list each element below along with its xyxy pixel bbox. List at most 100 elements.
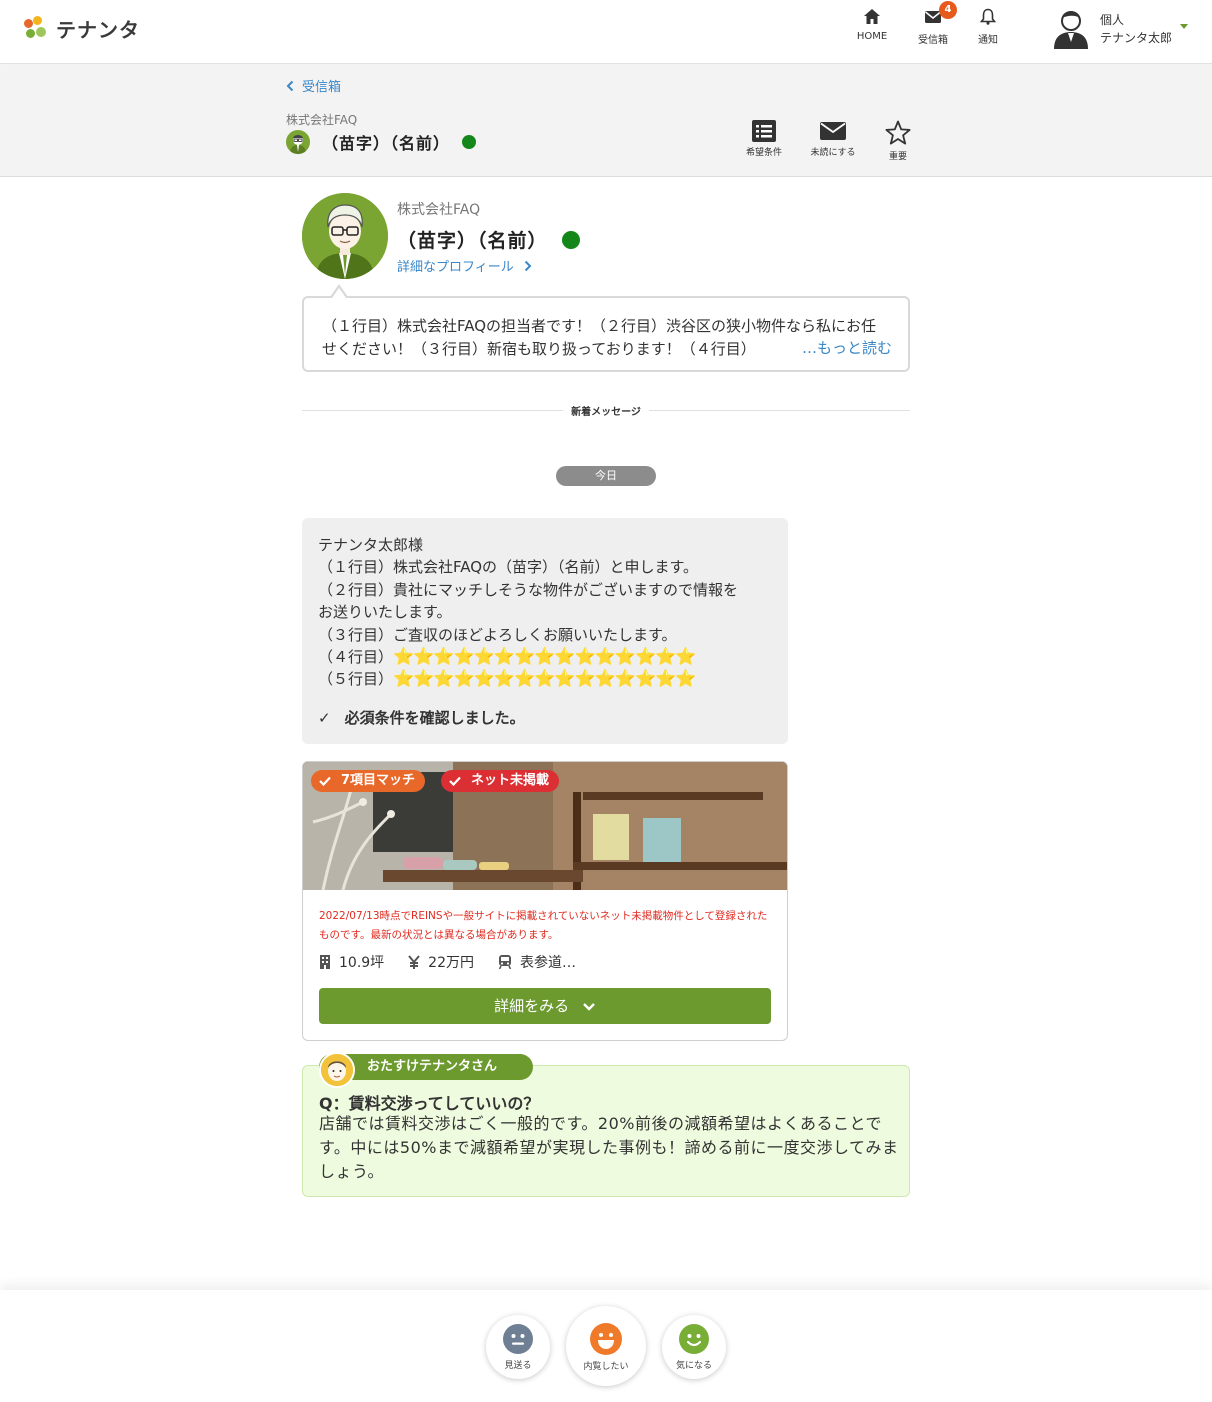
profile-name: （苗字）（名前） xyxy=(397,230,548,252)
user-avatar-icon xyxy=(1054,11,1088,49)
spec-station: 表参道… xyxy=(498,952,576,972)
spec-area-value: 10.9坪 xyxy=(339,955,385,971)
home-icon xyxy=(864,9,880,24)
message-line: （２行目）貴社にマッチしそうな物件がございますので情報を xyxy=(318,580,739,599)
line4-prefix: （４行目） xyxy=(318,648,394,667)
nav-notifications[interactable]: 通知 xyxy=(958,8,1018,46)
match-count-tag: 7項目マッチ xyxy=(311,770,426,792)
view-details-button[interactable]: 詳細をみる xyxy=(319,988,771,1024)
smile-face-icon xyxy=(679,1324,709,1354)
sender-avatar-large xyxy=(302,193,388,279)
check-icon xyxy=(449,776,461,786)
grin-face-icon xyxy=(590,1323,622,1355)
sender-info: （苗字）（名前） xyxy=(286,130,477,154)
new-messages-label: 新着メッセージ xyxy=(0,403,1212,418)
message-line: （１行目）株式会社FAQの（苗字）（名前）と申します。 xyxy=(318,558,699,577)
message-line: （３行目）ご査収のほどよろしくお願いいたします。 xyxy=(318,625,677,644)
tip-question: Q：賃料交渉ってしていいの？ xyxy=(319,1094,540,1113)
profile-intro-bubble: （１行目）株式会社FAQの担当者です！（２行目）渋谷区の狭小物件なら私にお任せく… xyxy=(302,296,910,372)
pass-label: 見送る xyxy=(504,1361,532,1371)
nav-inbox[interactable]: 4 受信箱 xyxy=(903,1,963,46)
profile-name-row: （苗字）（名前） xyxy=(397,226,580,253)
chevron-right-icon xyxy=(524,260,532,271)
logo-mark-icon xyxy=(22,15,50,43)
line5-stars: ⭐⭐⭐⭐⭐⭐⭐⭐⭐⭐⭐⭐⭐⭐⭐ xyxy=(393,669,697,690)
sender-avatar-small xyxy=(286,130,310,154)
profile-company: 株式会社FAQ xyxy=(397,202,481,218)
nav-home-label: HOME xyxy=(856,31,888,42)
check-icon: ✓ xyxy=(318,709,331,727)
envelope-icon xyxy=(820,122,846,140)
spec-rent-value: 22万円 xyxy=(428,955,474,971)
online-status-dot xyxy=(462,135,477,149)
property-photo: 7項目マッチ ネット未掲載 xyxy=(303,762,787,890)
top-navigation-bar: テナンタ HOME 4 受信箱 通知 個人 テナンタ太郎 xyxy=(0,0,1212,64)
read-more-link[interactable]: …もっと読む xyxy=(799,337,892,360)
date-pill: 今日 xyxy=(556,466,656,486)
mark-important-button[interactable]: 重要 xyxy=(880,120,916,162)
star-icon xyxy=(885,120,911,145)
tip-answer: 店舗では賃料交渉はごく一般的です。20%前後の減額希望はよくあることです。中には… xyxy=(319,1114,899,1181)
property-specs: 10.9坪 22万円 表参道… xyxy=(319,952,576,972)
thread-header: 受信箱 株式会社FAQ （苗字）（名前） 希望条件 未読にする 重要 xyxy=(0,65,1212,177)
interested-button[interactable]: 気になる xyxy=(662,1315,726,1379)
sender-name: （苗字）（名前） xyxy=(322,134,451,153)
view-details-label: 詳細をみる xyxy=(494,997,570,1015)
user-menu[interactable]: 個人 テナンタ太郎 xyxy=(1052,6,1202,52)
user-name-label: テナンタ太郎 xyxy=(1100,31,1173,45)
tenanta-logo[interactable]: テナンタ xyxy=(22,14,140,43)
message-line-4: （４行目）⭐⭐⭐⭐⭐⭐⭐⭐⭐⭐⭐⭐⭐⭐⭐ xyxy=(318,646,772,668)
detailed-profile-label: 詳細なプロフィール xyxy=(397,260,514,275)
unlisted-notice: 2022/07/13時点でREINSや一般サイトに掲載されていないネット未掲載物… xyxy=(319,910,768,941)
message-bubble: テナンタ太郎様 （１行目）株式会社FAQの（苗字）（名前）と申します。 （２行目… xyxy=(302,518,788,744)
mark-unread-label: 未読にする xyxy=(810,148,856,158)
want-viewing-label: 内覧したい xyxy=(583,1362,629,1372)
mark-unread-button[interactable]: 未読にする xyxy=(805,120,861,158)
bubble-tail-inner xyxy=(332,288,346,298)
mark-important-label: 重要 xyxy=(888,152,907,162)
back-link-label: 受信箱 xyxy=(302,80,342,95)
chevron-down-icon xyxy=(583,1002,595,1011)
match-count-label: 7項目マッチ xyxy=(341,773,416,788)
building-icon xyxy=(320,955,330,969)
pass-button[interactable]: 見送る xyxy=(486,1315,550,1379)
message-line: お送りいたします。 xyxy=(318,603,452,622)
interested-label: 気になる xyxy=(675,1361,712,1371)
inbox-unread-badge: 4 xyxy=(939,1,957,19)
train-icon xyxy=(498,955,512,969)
sender-company: 株式会社FAQ xyxy=(286,113,358,127)
message-line: テナンタ太郎様 xyxy=(318,536,424,554)
requirements-confirmed: ✓ 必須条件を確認しました。 xyxy=(318,707,525,729)
check-icon xyxy=(319,776,331,786)
spec-rent: 22万円 xyxy=(408,952,474,972)
list-icon xyxy=(752,120,776,142)
line5-prefix: （５行目） xyxy=(318,670,394,689)
caret-down-icon xyxy=(1180,24,1188,29)
spec-station-value: 表参道… xyxy=(520,955,576,971)
new-messages-label-text: 新着メッセージ xyxy=(563,407,649,418)
profile-online-dot xyxy=(561,230,580,249)
chevron-left-icon xyxy=(286,80,294,91)
want-viewing-button[interactable]: 内覧したい xyxy=(566,1306,646,1386)
logo-text: テナンタ xyxy=(56,18,140,42)
back-to-inbox-link[interactable]: 受信箱 xyxy=(286,76,341,95)
reaction-bar: 見送る 内覧したい 気になる xyxy=(0,1290,1212,1402)
unlisted-tag: ネット未掲載 xyxy=(441,770,560,792)
tip-box: おたすけテナンタさん Q：賃料交渉ってしていいの？ 店舗では賃料交渉はごく一般的… xyxy=(302,1052,910,1197)
nav-inbox-label: 受信箱 xyxy=(918,35,948,46)
nav-home[interactable]: HOME xyxy=(842,8,902,42)
detailed-profile-link[interactable]: 詳細なプロフィール xyxy=(397,256,532,275)
line4-stars: ⭐⭐⭐⭐⭐⭐⭐⭐⭐⭐⭐⭐⭐⭐⭐ xyxy=(393,647,697,668)
preferences-button[interactable]: 希望条件 xyxy=(741,120,787,158)
neutral-face-icon xyxy=(503,1324,533,1354)
property-card[interactable]: 7項目マッチ ネット未掲載 2022/07/13時点でREINSや一般サイトに掲… xyxy=(302,761,788,1041)
preferences-label: 希望条件 xyxy=(745,148,782,158)
user-type-label: 個人 xyxy=(1100,13,1125,27)
bell-icon xyxy=(979,8,997,25)
unlisted-label: ネット未掲載 xyxy=(471,773,550,788)
yen-icon xyxy=(408,955,420,969)
message-line-5: （５行目）⭐⭐⭐⭐⭐⭐⭐⭐⭐⭐⭐⭐⭐⭐⭐ xyxy=(318,668,772,690)
spec-area: 10.9坪 xyxy=(319,952,384,972)
tip-mascot-avatar xyxy=(319,1052,355,1088)
requirements-confirmed-text: 必須条件を確認しました。 xyxy=(344,709,525,727)
